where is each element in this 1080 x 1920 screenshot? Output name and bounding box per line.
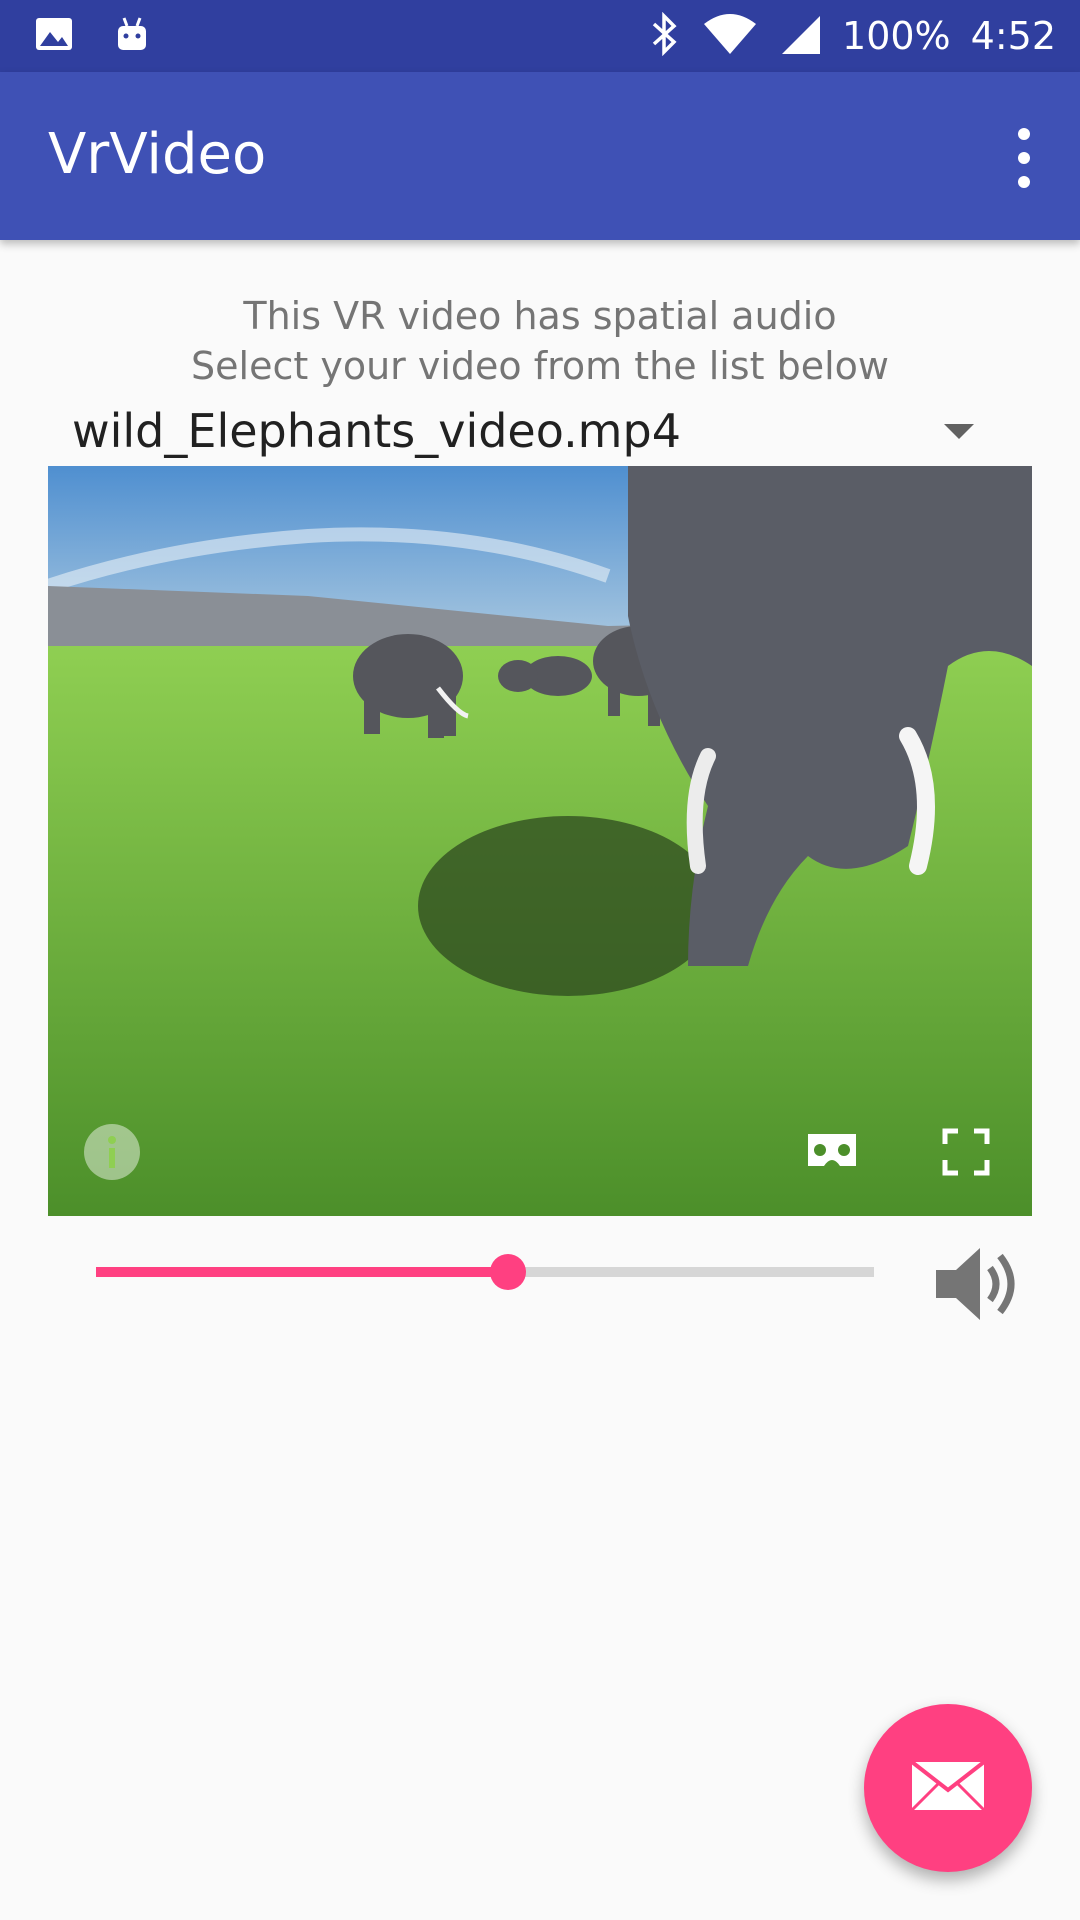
dropdown-arrow-icon [944,424,974,439]
battery-percentage: 100% [842,14,951,58]
spatial-audio-text: This VR video has spatial audio [243,294,837,338]
seek-thumb[interactable] [490,1254,527,1290]
select-video-text: Select your video from the list below [191,344,889,388]
mail-fab-button[interactable] [864,1704,1032,1872]
mail-icon [910,1760,986,1816]
bluetooth-icon [648,11,682,60]
volume-icon[interactable] [930,1236,1026,1332]
video-spinner[interactable]: wild_Elephants_video.mp4 [48,400,988,464]
app-title: VrVideo [48,122,267,187]
clock: 4:52 [970,14,1056,58]
app-bar: VrVideo [0,72,1080,240]
signal-icon [778,12,822,60]
status-bar: 100% 4:52 [0,0,1080,72]
overflow-menu-icon[interactable] [1004,128,1044,188]
wifi-icon [702,12,758,60]
video-frame [48,466,1032,1216]
selected-video: wild_Elephants_video.mp4 [72,404,681,458]
seek-bar[interactable] [96,1254,874,1290]
seek-progress [96,1267,509,1277]
android-icon [112,14,152,58]
vr-video-view[interactable] [48,466,1032,1216]
image-icon [34,14,74,58]
